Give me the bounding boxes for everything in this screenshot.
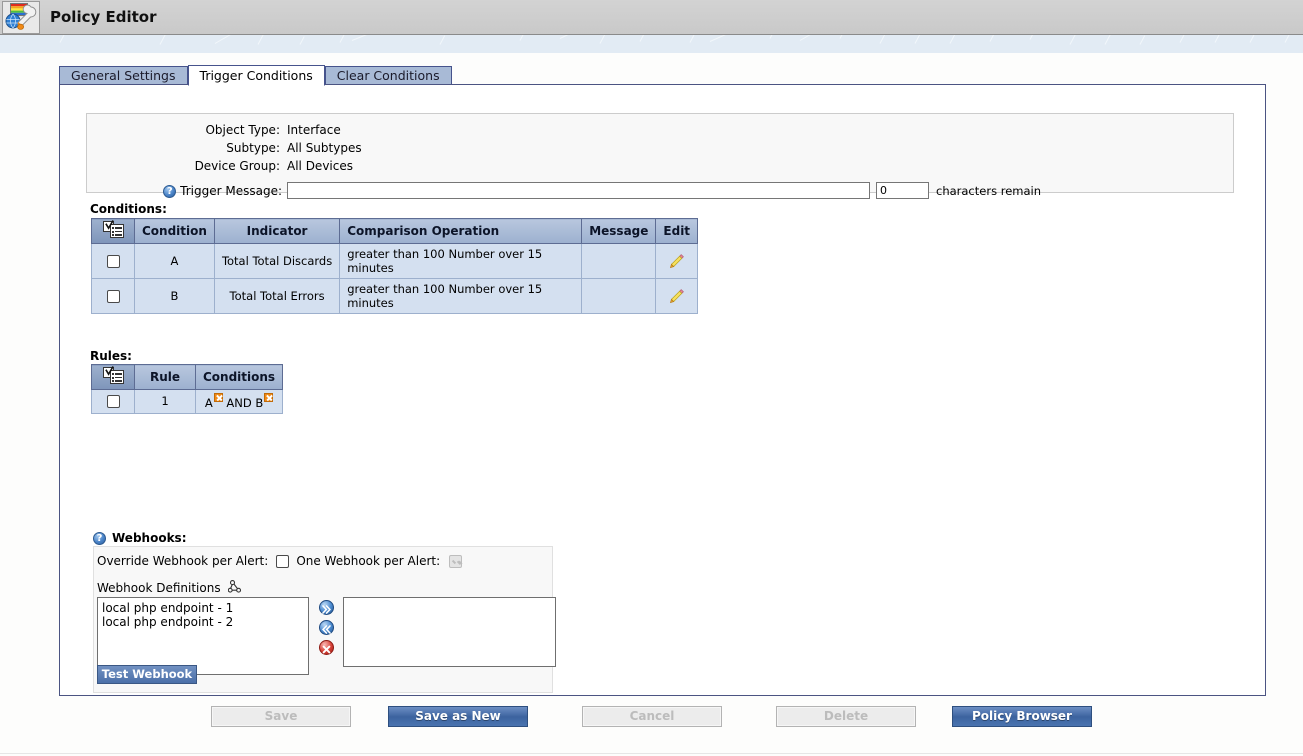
- select-all-checklist-icon: [102, 366, 124, 384]
- col-conditions[interactable]: Conditions: [194, 364, 284, 390]
- table-row: A Total Total Discards greater than 100 …: [91, 243, 699, 279]
- conditions-table: Condition Indicator Comparison Operation…: [91, 218, 699, 314]
- tab-strip: General Settings Trigger Conditions Clea…: [59, 65, 452, 86]
- webhook-definitions-label-row: Webhook Definitions: [97, 580, 242, 596]
- one-webhook-checkbox: [449, 554, 463, 568]
- condition-message: [581, 278, 657, 314]
- condition-message: [581, 243, 657, 279]
- table-row: B Total Total Errors greater than 100 Nu…: [91, 278, 699, 314]
- condition-comparison: greater than 100 Number over 15 minutes: [339, 243, 583, 279]
- override-webhook-checkbox[interactable]: [276, 554, 290, 568]
- col-message[interactable]: Message: [581, 218, 657, 244]
- row-checkbox-cell: [91, 389, 135, 414]
- pencil-icon: [668, 288, 685, 305]
- conditions-section-label: Conditions:: [90, 202, 167, 216]
- row-checkbox-cell: [91, 278, 135, 314]
- webhook-alert-options-row: Override Webhook per Alert: One Webhook …: [97, 554, 463, 568]
- pencil-icon: [668, 253, 685, 270]
- col-condition[interactable]: Condition: [134, 218, 215, 244]
- test-webhook-button[interactable]: Test Webhook: [97, 665, 197, 684]
- webhooks-title: Webhooks:: [112, 531, 187, 545]
- help-icon[interactable]: ?: [163, 184, 177, 198]
- trigger-message-row: ? Trigger Message: characters remain: [87, 182, 1041, 199]
- footer-button-row: Save Save as New Cancel Delete Policy Br…: [0, 706, 1303, 730]
- condition-letter: B: [134, 278, 215, 314]
- window-title: Policy Editor: [50, 8, 157, 26]
- trigger-message-input[interactable]: [287, 182, 870, 199]
- tab-clear-conditions[interactable]: Clear Conditions: [324, 66, 452, 85]
- characters-remain-input[interactable]: [876, 182, 929, 199]
- delete-x-icon[interactable]: [319, 640, 334, 655]
- rules-table-header: Rule Conditions: [91, 364, 284, 390]
- double-chevron-right-icon[interactable]: [319, 600, 334, 615]
- one-webhook-label: One Webhook per Alert:: [296, 554, 441, 568]
- col-indicator[interactable]: Indicator: [213, 218, 341, 244]
- list-item[interactable]: local php endpoint - 1: [102, 601, 304, 615]
- delete-button[interactable]: Delete: [776, 706, 916, 727]
- rules-section-label: Rules:: [90, 349, 132, 363]
- network-share-icon[interactable]: [227, 580, 242, 596]
- object-type-label: Object Type:: [205, 123, 280, 137]
- list-item[interactable]: local php endpoint - 2: [102, 615, 304, 629]
- device-group-label: Device Group:: [194, 159, 280, 173]
- col-comparison-operation[interactable]: Comparison Operation: [339, 218, 583, 244]
- info-row: Subtype: All Subtypes: [87, 139, 1233, 157]
- object-info-box: Object Type: Interface Subtype: All Subt…: [86, 113, 1234, 199]
- page-body: General Settings Trigger Conditions Clea…: [0, 53, 1303, 756]
- info-row: Device Group: All Devices: [87, 157, 1233, 175]
- rule-operator: AND: [226, 395, 252, 410]
- tab-general-settings[interactable]: General Settings: [59, 66, 188, 85]
- webhook-available-list[interactable]: local php endpoint - 1 local php endpoin…: [97, 597, 309, 675]
- webhook-selected-list[interactable]: [343, 597, 556, 667]
- select-all-checklist-icon: [102, 220, 124, 238]
- characters-remain-label: characters remain: [936, 183, 1041, 198]
- condition-comparison: greater than 100 Number over 15 minutes: [339, 278, 583, 314]
- remove-x-badge-icon[interactable]: [264, 393, 274, 402]
- col-edit[interactable]: Edit: [655, 218, 699, 244]
- info-row: Object Type: Interface: [87, 121, 1233, 139]
- col-rule[interactable]: Rule: [134, 364, 196, 390]
- condition-edit-cell[interactable]: [655, 243, 699, 279]
- window-titlebar: Policy Editor: [0, 0, 1303, 35]
- remove-x-badge-icon[interactable]: [213, 393, 223, 402]
- object-type-value: Interface: [287, 123, 341, 137]
- condition-row-checkbox[interactable]: [106, 290, 120, 303]
- subtype-value: All Subtypes: [287, 141, 362, 155]
- condition-edit-cell[interactable]: [655, 278, 699, 314]
- rule-number: 1: [134, 389, 196, 414]
- main-panel: Object Type: Interface Subtype: All Subt…: [59, 84, 1266, 696]
- globe-wrench-icon: [2, 0, 40, 34]
- save-button[interactable]: Save: [211, 706, 351, 727]
- row-checkbox-cell: [91, 243, 135, 279]
- save-as-new-button[interactable]: Save as New: [388, 706, 528, 727]
- webhooks-section-header: ? Webhooks:: [93, 531, 187, 545]
- condition-indicator: Total Total Errors: [213, 278, 341, 314]
- webhook-definitions-label: Webhook Definitions: [97, 581, 221, 595]
- rule-condition-a: A: [204, 395, 213, 410]
- rules-table: Rule Conditions 1 A AND B: [91, 364, 284, 414]
- override-webhook-label: Override Webhook per Alert:: [97, 554, 269, 568]
- condition-letter: A: [134, 243, 215, 279]
- decor-band: [0, 35, 1303, 53]
- help-icon[interactable]: ?: [93, 531, 106, 545]
- select-all-rules-header[interactable]: [91, 364, 135, 390]
- condition-indicator: Total Total Discards: [213, 243, 341, 279]
- double-chevron-left-icon[interactable]: [319, 620, 334, 635]
- table-row: 1 A AND B: [91, 389, 284, 414]
- rule-conditions-expression: A AND B: [194, 389, 284, 414]
- device-group-value: All Devices: [287, 159, 353, 173]
- select-all-conditions-header[interactable]: [91, 218, 135, 244]
- trigger-message-label: Trigger Message:: [180, 183, 282, 198]
- subtype-label: Subtype:: [226, 141, 280, 155]
- rule-condition-b: B: [255, 395, 264, 410]
- policy-browser-button[interactable]: Policy Browser: [952, 706, 1092, 727]
- tab-trigger-conditions[interactable]: Trigger Conditions: [187, 65, 325, 86]
- rule-row-checkbox[interactable]: [106, 395, 120, 409]
- cancel-button[interactable]: Cancel: [582, 706, 722, 727]
- conditions-table-header: Condition Indicator Comparison Operation…: [91, 218, 699, 244]
- condition-row-checkbox[interactable]: [106, 255, 120, 268]
- webhooks-panel: Override Webhook per Alert: One Webhook …: [93, 546, 556, 693]
